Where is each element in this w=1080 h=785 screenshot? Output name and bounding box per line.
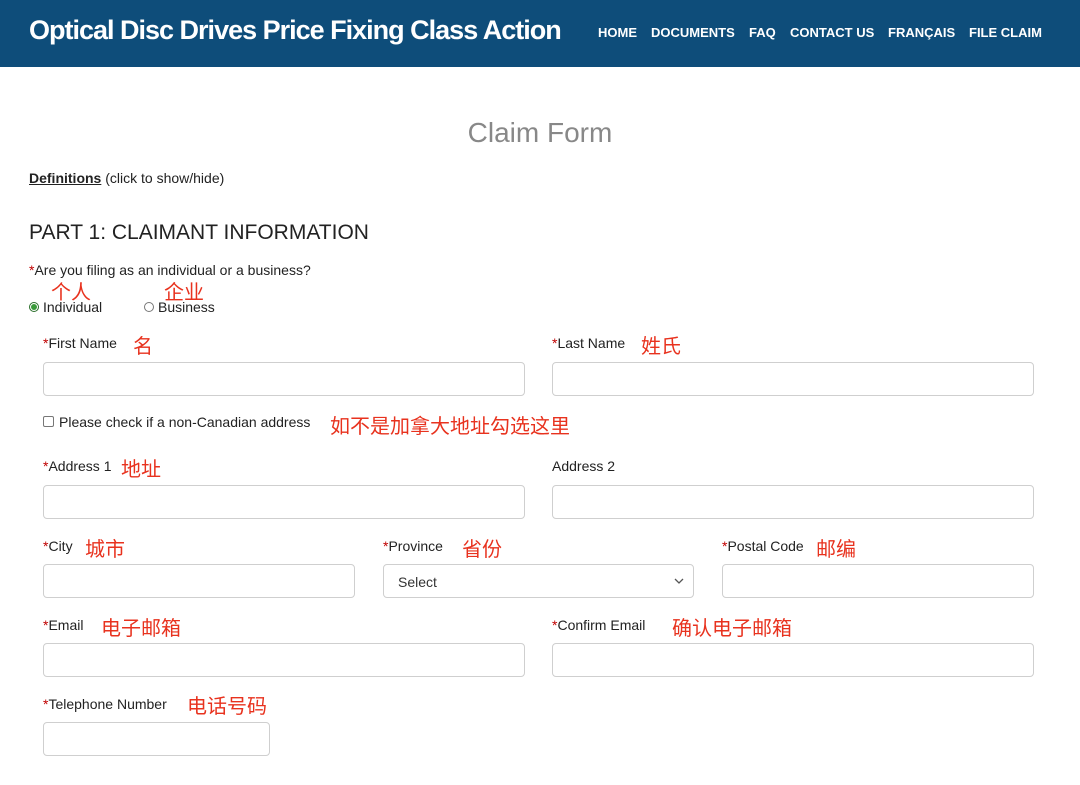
address2-label: Address 2 bbox=[552, 458, 616, 474]
first-name-label-text: First Name bbox=[48, 335, 117, 351]
last-name-label: *Last Name bbox=[552, 335, 625, 351]
top-header-bar: Optical Disc Drives Price Fixing Class A… bbox=[0, 0, 1080, 67]
city-label-text: City bbox=[48, 538, 73, 554]
non-canadian-label: Please check if a non-Canadian address bbox=[59, 414, 311, 430]
email-label: *Email bbox=[43, 617, 83, 633]
nav-home[interactable]: HOME bbox=[598, 25, 637, 40]
radio-individual[interactable]: Individual bbox=[29, 299, 102, 315]
radio-individual-label: Individual bbox=[43, 299, 103, 315]
nav-contact-us[interactable]: CONTACT US bbox=[790, 25, 874, 40]
confirm-email-label-text: Confirm Email bbox=[557, 617, 646, 633]
annotation-province: 省份 bbox=[462, 537, 502, 561]
annotation-confirm-email: 确认电子邮箱 bbox=[672, 616, 792, 640]
nav-documents[interactable]: DOCUMENTS bbox=[651, 25, 735, 40]
postal-code-input[interactable] bbox=[722, 564, 1034, 598]
telephone-label: *Telephone Number bbox=[43, 696, 167, 712]
annotation-postal-code: 邮编 bbox=[816, 537, 856, 561]
definitions-hint: (click to show/hide) bbox=[105, 170, 225, 186]
province-select[interactable]: Select bbox=[383, 564, 694, 598]
confirm-email-label: *Confirm Email bbox=[552, 617, 645, 633]
site-title[interactable]: Optical Disc Drives Price Fixing Class A… bbox=[29, 15, 562, 46]
last-name-input[interactable] bbox=[552, 362, 1034, 396]
definitions-link[interactable]: Definitions bbox=[29, 170, 101, 186]
confirm-email-input[interactable] bbox=[552, 643, 1034, 677]
last-name-label-text: Last Name bbox=[557, 335, 626, 351]
address1-label: *Address 1 bbox=[43, 458, 112, 474]
nav-file-claim[interactable]: FILE CLAIM bbox=[969, 25, 1042, 40]
radio-business-label: Business bbox=[158, 299, 215, 315]
annotation-last-name: 姓氏 bbox=[641, 334, 681, 358]
address1-input[interactable] bbox=[43, 485, 525, 519]
nav-francais[interactable]: FRANÇAIS bbox=[888, 25, 955, 40]
annotation-email: 电子邮箱 bbox=[101, 616, 181, 640]
annotation-first-name: 名 bbox=[133, 334, 153, 358]
annotation-telephone: 电话号码 bbox=[187, 694, 267, 718]
non-canadian-checkbox[interactable] bbox=[43, 416, 54, 427]
province-label: *Province bbox=[383, 538, 443, 554]
telephone-label-text: Telephone Number bbox=[48, 696, 167, 712]
nav-faq[interactable]: FAQ bbox=[749, 25, 776, 40]
email-input[interactable] bbox=[43, 643, 525, 677]
email-label-text: Email bbox=[48, 617, 84, 633]
postal-code-label-text: Postal Code bbox=[727, 538, 804, 554]
city-label: *City bbox=[43, 538, 73, 554]
city-input[interactable] bbox=[43, 564, 355, 598]
annotation-address1: 地址 bbox=[121, 457, 161, 481]
definitions-toggle: Definitions (click to show/hide) bbox=[29, 170, 224, 186]
postal-code-label: *Postal Code bbox=[722, 538, 804, 554]
annotation-city: 城市 bbox=[85, 537, 125, 561]
province-label-text: Province bbox=[388, 538, 443, 554]
first-name-label: *First Name bbox=[43, 335, 117, 351]
part-heading: PART 1: CLAIMANT INFORMATION bbox=[29, 221, 369, 244]
address1-label-text: Address 1 bbox=[48, 458, 112, 474]
annotation-non-canadian: 如不是加拿大地址勾选这里 bbox=[330, 414, 570, 438]
chevron-down-icon bbox=[674, 578, 684, 584]
radio-individual-circle[interactable] bbox=[29, 302, 39, 312]
first-name-input[interactable] bbox=[43, 362, 525, 396]
province-select-value: Select bbox=[398, 574, 437, 590]
radio-business-circle[interactable] bbox=[144, 302, 154, 312]
radio-business[interactable]: Business bbox=[144, 299, 215, 315]
page-title: Claim Form bbox=[467, 117, 613, 148]
telephone-input[interactable] bbox=[43, 722, 270, 756]
address2-input[interactable] bbox=[552, 485, 1034, 519]
